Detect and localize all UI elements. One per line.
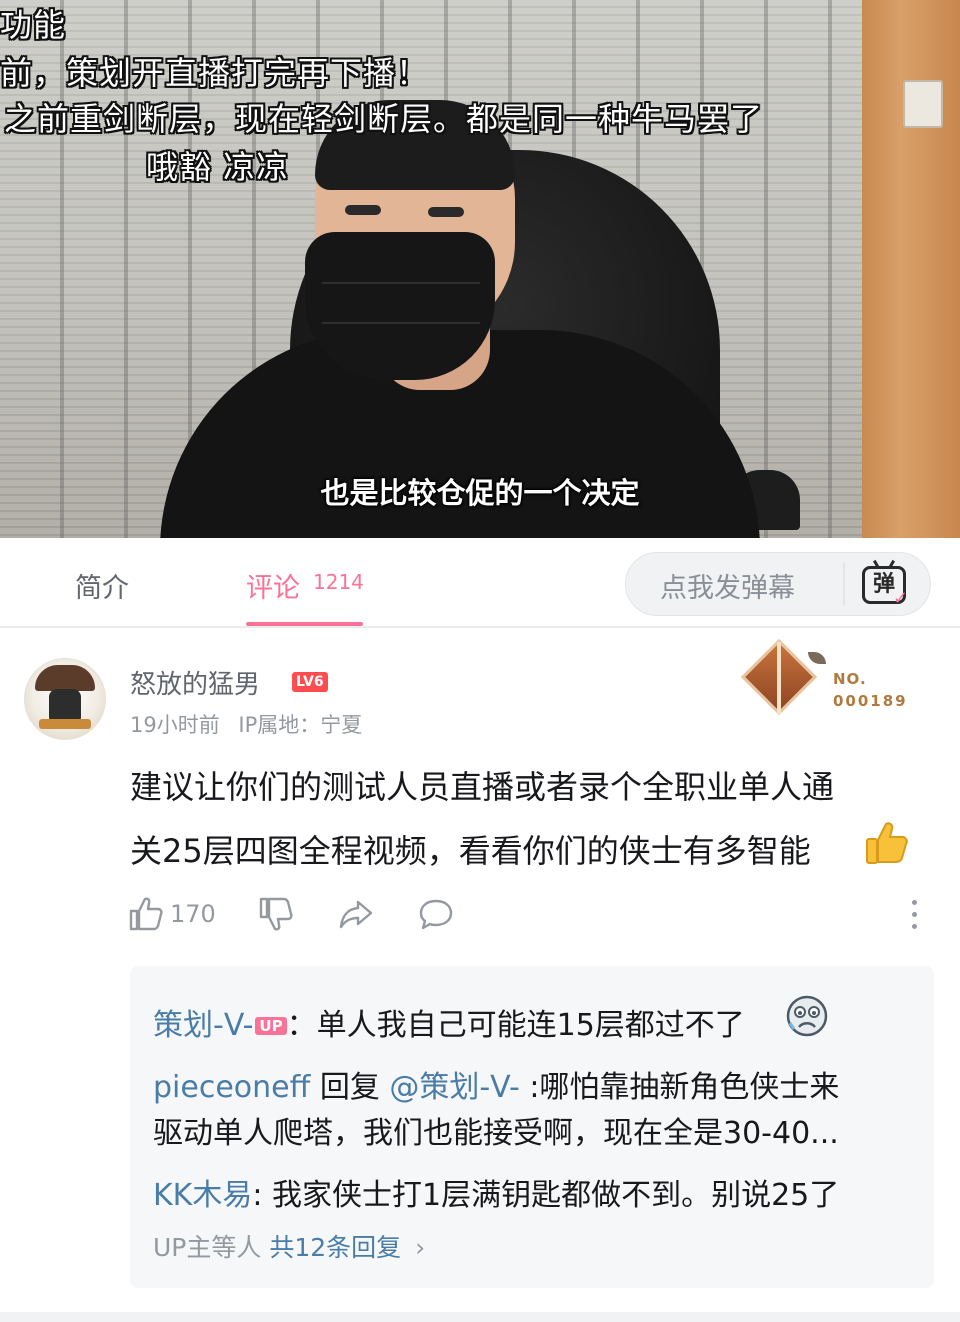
mask-fold: [322, 282, 480, 284]
reply-mention[interactable]: @策划-V-: [389, 1070, 519, 1105]
fan-badge-leaf: [808, 652, 826, 664]
fan-badge-label: NO.: [833, 670, 867, 688]
dot: [912, 924, 917, 929]
divider: [0, 626, 960, 628]
comments-count: 1214: [313, 570, 364, 594]
danmaku-text: 之前重剑断层，现在轻剑断层。都是同一种牛马罢了: [4, 100, 764, 138]
face-mask: [305, 232, 495, 380]
reply-item[interactable]: pieceoneff 回复 @策划-V- :哪怕靠抽新角色侠士来: [153, 1062, 839, 1106]
comment-time: 19小时前: [130, 713, 220, 737]
check-icon: ✓: [893, 588, 909, 609]
fan-badge[interactable]: [738, 638, 834, 720]
reply-author[interactable]: KK木易: [153, 1178, 252, 1213]
avatar-tag: [39, 719, 91, 729]
person-eye-left: [345, 205, 381, 215]
danmaku-input-separator: [843, 562, 845, 606]
video-player[interactable]: 功能 前，策划开直播打完再下播！ 之前重剑断层，现在轻剑断层。都是同一种牛马罢了…: [0, 0, 960, 538]
wall-switch-panel: [903, 80, 943, 128]
danmaku-text: 哦豁 凉凉: [146, 148, 290, 186]
fan-badge-spear: [777, 642, 781, 714]
sad-face-emoji-icon: [786, 995, 828, 1037]
reply-item[interactable]: KK木易: 我家侠士打1层满钥匙都做不到。别说25了: [153, 1170, 839, 1214]
tab-comments[interactable]: 评论: [246, 566, 300, 605]
mask-fold: [322, 322, 480, 324]
more-options-icon[interactable]: [910, 900, 918, 930]
danmaku-text: 前，策划开直播打完再下播！: [0, 54, 430, 92]
dot: [912, 912, 917, 917]
like-count: 170: [170, 900, 216, 928]
reply-text: : 我家侠士打1层满钥匙都做不到。别说25了: [252, 1178, 840, 1213]
level-badge: LV6: [292, 672, 328, 692]
fan-badge-number: 000189: [833, 692, 908, 710]
section-divider: [0, 1312, 960, 1322]
reply-text: :哪怕靠抽新角色侠士来: [519, 1070, 840, 1105]
dot: [912, 900, 917, 905]
reply-item[interactable]: 策划-V- UP ：单人我自己可能连15层都过不了: [153, 1000, 745, 1044]
view-all-replies[interactable]: UP主等人 共12条回复 ›: [153, 1228, 425, 1264]
reply-total[interactable]: 共12条回复: [269, 1233, 401, 1262]
tab-intro[interactable]: 简介: [75, 566, 129, 605]
reply-author[interactable]: 策划-V-: [153, 1008, 253, 1043]
chevron-right-icon: ›: [415, 1233, 426, 1262]
reply-text-continued: 驱动单人爬塔，我们也能接受啊，现在全是30-40...: [153, 1116, 839, 1151]
reply-summary-prefix: UP主等人: [153, 1233, 270, 1262]
reply-author[interactable]: pieceoneff: [153, 1070, 310, 1105]
dislike-icon[interactable]: [258, 896, 294, 932]
thumbs-up-emoji-icon: [866, 822, 908, 864]
reply-icon[interactable]: [418, 896, 454, 932]
person-eye-right: [428, 207, 464, 217]
like-icon[interactable]: [128, 896, 164, 932]
reply-word: 回复: [310, 1070, 390, 1105]
avatar-hat: [35, 665, 95, 691]
danmaku-input-placeholder[interactable]: 点我发弹幕: [660, 566, 795, 605]
avatar[interactable]: [24, 658, 106, 740]
video-subtitle: 也是比较仓促的一个决定: [320, 476, 640, 510]
share-icon[interactable]: [338, 896, 374, 932]
comment-ip: IP属地：宁夏: [238, 713, 363, 737]
reply-text: ：单人我自己可能连15层都过不了: [286, 1008, 745, 1043]
comment-text-line: 关25层四图全程视频，看看你们的侠士有多智能: [130, 832, 811, 870]
comment-meta: 19小时前 IP属地：宁夏: [130, 709, 362, 739]
danmaku-text: 功能: [0, 6, 67, 44]
comment-text-line: 建议让你们的测试人员直播或者录个全职业单人通: [130, 768, 835, 806]
comment-username[interactable]: 怒放的猛男: [130, 664, 260, 701]
up-badge: UP: [255, 1017, 287, 1035]
